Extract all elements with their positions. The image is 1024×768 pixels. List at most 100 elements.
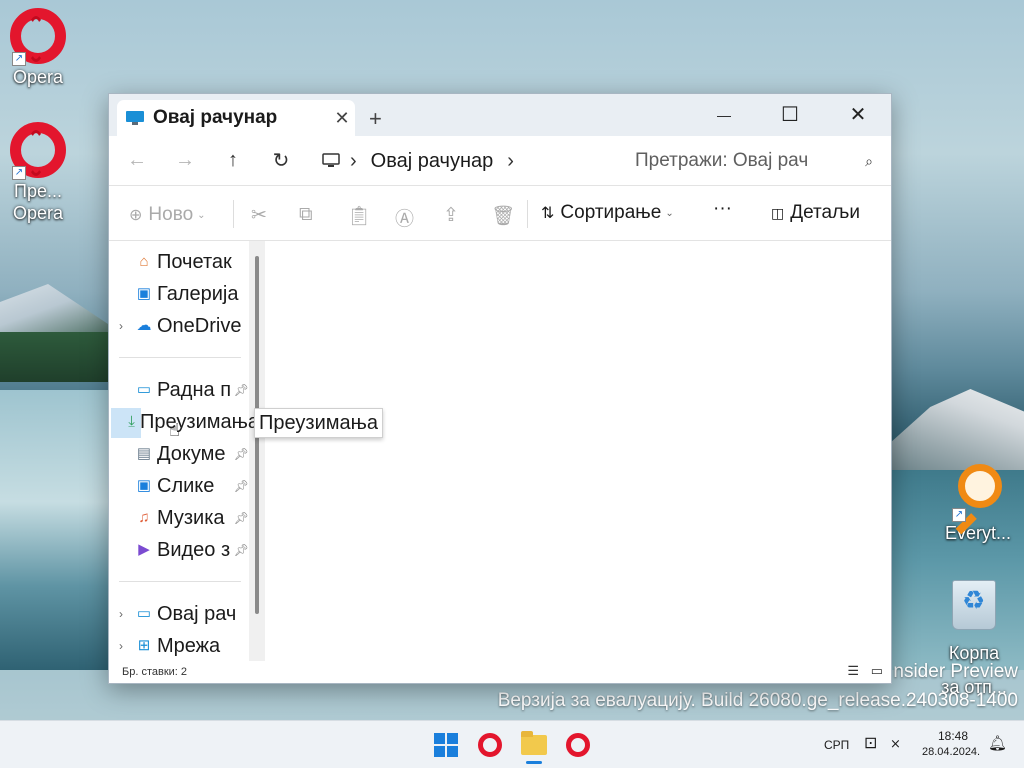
sidebar-item-label: Докуме: [157, 442, 226, 465]
taskbar: СРП ⊡ ⨯ 18:48 28.04.2024. 🔔︎: [0, 720, 1024, 768]
more-options-button[interactable]: ···: [713, 198, 732, 220]
language-indicator[interactable]: СРП: [824, 738, 849, 752]
desktop-icon-opera-update[interactable]: ↗ Пре... Opera: [0, 122, 76, 224]
expand-chevron-icon[interactable]: ›: [119, 319, 135, 333]
desktop-icon-label: Пре...: [14, 181, 62, 201]
chevron-down-icon: ⌄: [665, 207, 674, 219]
sort-button-label: Сортирање: [560, 202, 662, 223]
opera-icon: [566, 733, 590, 757]
cut-icon: ✂: [251, 205, 267, 226]
pictures-icon: ▣: [136, 477, 152, 494]
divider: [119, 357, 241, 358]
details-button[interactable]: ◫ Детаљи: [771, 202, 860, 224]
details-view-icon[interactable]: ☰: [847, 663, 859, 678]
title-bar[interactable]: Овај рачунар ✕ + — ☐ ✕: [109, 94, 891, 136]
video-icon: ▶: [138, 541, 150, 558]
divider: [527, 200, 528, 228]
breadcrumb-chevron-icon[interactable]: ›: [507, 150, 514, 173]
opera-icon: [478, 733, 502, 757]
active-app-indicator: [526, 761, 542, 764]
view-toggle: ☰ ▭: [847, 663, 883, 679]
volume-muted-icon[interactable]: ⨯: [890, 736, 901, 752]
wallpaper-trees-left: [0, 332, 120, 382]
paste-button[interactable]: 📋︎: [347, 204, 371, 228]
search-icon: ⌕: [865, 152, 873, 169]
address-field[interactable]: › Овај рачунар ›: [314, 142, 606, 180]
folder-icon: [521, 731, 547, 755]
taskbar-opera-update-button[interactable]: [562, 729, 594, 761]
search-input[interactable]: Претражи: Овај рач ⌕: [619, 142, 881, 180]
clock-time[interactable]: 18:48: [938, 729, 968, 743]
network-status-icon[interactable]: ⊡: [864, 733, 877, 753]
copy-button[interactable]: ⧉: [299, 204, 313, 226]
tiles-view-icon[interactable]: ▭: [871, 663, 883, 678]
sidebar-item-desktop[interactable]: ▭ Радна п 📌︎: [109, 375, 259, 405]
rename-icon: Ⓐ: [395, 209, 415, 230]
clock-date[interactable]: 28.04.2024.: [922, 746, 980, 758]
new-button-label: Ново: [148, 204, 194, 225]
trash-icon: 🗑︎: [491, 206, 516, 227]
sidebar-item-home[interactable]: ⌂ Почетак: [109, 247, 259, 277]
tab-this-pc[interactable]: Овај рачунар ✕: [117, 100, 355, 136]
sort-button[interactable]: ⇅ Сортирање ⌄: [541, 202, 674, 224]
sidebar-item-downloads[interactable]: ⤓ Преузимања: [109, 407, 259, 437]
taskbar-file-explorer-button[interactable]: [518, 729, 550, 761]
recycle-bin-icon: [952, 580, 996, 630]
share-icon: ⇪: [443, 205, 459, 226]
taskbar-opera-button[interactable]: [474, 729, 506, 761]
sidebar-item-this-pc[interactable]: › ▭ Овај рач: [109, 599, 259, 629]
desktop-icon-label: Everyt...: [944, 523, 1011, 543]
sidebar-item-onedrive[interactable]: › ☁ OneDrive: [109, 311, 259, 341]
cut-button[interactable]: ✂: [251, 204, 267, 227]
pin-icon: 📌︎: [233, 543, 249, 557]
status-bar: Бр. ставки: 2: [109, 661, 891, 683]
desktop-icon-recycle-bin[interactable]: Корпа: [936, 580, 1012, 664]
sort-icon: ⇅: [541, 205, 555, 222]
breadcrumb-this-pc[interactable]: Овај рачунар: [371, 150, 494, 173]
tab-close-icon[interactable]: ✕: [329, 108, 355, 129]
home-icon: ⌂: [139, 253, 149, 270]
expand-chevron-icon[interactable]: ›: [119, 639, 135, 653]
desktop-icon-opera[interactable]: ↗ Opera: [0, 8, 76, 88]
new-tab-button[interactable]: +: [369, 106, 382, 132]
sidebar-item-label: Музика: [157, 506, 225, 529]
share-button[interactable]: ⇪: [443, 204, 459, 227]
expand-chevron-icon[interactable]: ›: [119, 607, 135, 621]
refresh-button[interactable]: ↻: [257, 148, 305, 173]
windows-logo-icon: [434, 733, 458, 757]
minimize-button[interactable]: —: [701, 102, 747, 130]
watermark-line2: Верзија за евалуацију. Build 26080.ge_re…: [497, 690, 1018, 711]
sidebar-item-label: Почетак: [157, 250, 232, 273]
shortcut-arrow-icon: ↗: [12, 166, 26, 180]
sidebar-item-network[interactable]: › ⊞ Мрежа: [109, 631, 259, 661]
pin-icon: 📌︎: [233, 511, 249, 525]
close-button[interactable]: ✕: [835, 102, 881, 130]
up-button[interactable]: ↑: [209, 149, 257, 172]
back-button[interactable]: ←: [113, 149, 161, 172]
forward-button[interactable]: →: [161, 149, 209, 172]
file-explorer-window[interactable]: Овај рачунар ✕ + — ☐ ✕ ← → ↑ ↻ › Овај ра…: [108, 93, 892, 684]
start-button[interactable]: [430, 729, 462, 761]
new-button[interactable]: ⊕ Ново ⌄: [129, 204, 206, 226]
divider: [233, 200, 234, 228]
shortcut-arrow-icon: ↗: [952, 508, 966, 522]
rename-button[interactable]: Ⓐ: [395, 204, 414, 231]
desktop-icon-everything[interactable]: ↗ Everyt...: [938, 464, 1018, 544]
sidebar-item-music[interactable]: ♫ Музика 📌︎: [109, 503, 259, 533]
sidebar-item-label: Овај рач: [157, 602, 237, 625]
onedrive-icon: ☁: [136, 317, 152, 334]
sidebar-item-documents[interactable]: ▤ Докуме 📌︎: [109, 439, 259, 469]
wallpaper-lake-left: [0, 390, 110, 670]
sidebar-item-videos[interactable]: ▶ Видео з 📌︎: [109, 535, 259, 565]
delete-button[interactable]: 🗑︎: [491, 204, 515, 228]
everything-search-icon: [958, 464, 1002, 508]
search-placeholder: Претражи: Овај рач: [635, 150, 809, 171]
maximize-button[interactable]: ☐: [767, 102, 813, 130]
tab-title: Овај рачунар: [153, 107, 278, 128]
sidebar-item-gallery[interactable]: ▣ Галерија: [109, 279, 259, 309]
desktop-icon-label-line2: Opera: [12, 203, 64, 223]
sidebar-item-pictures[interactable]: ▣ Слике 📌︎: [109, 471, 259, 501]
desktop-icon: ▭: [136, 381, 152, 398]
notification-bell-icon[interactable]: 🔔︎: [988, 734, 1007, 752]
breadcrumb-chevron-icon[interactable]: ›: [350, 150, 357, 173]
